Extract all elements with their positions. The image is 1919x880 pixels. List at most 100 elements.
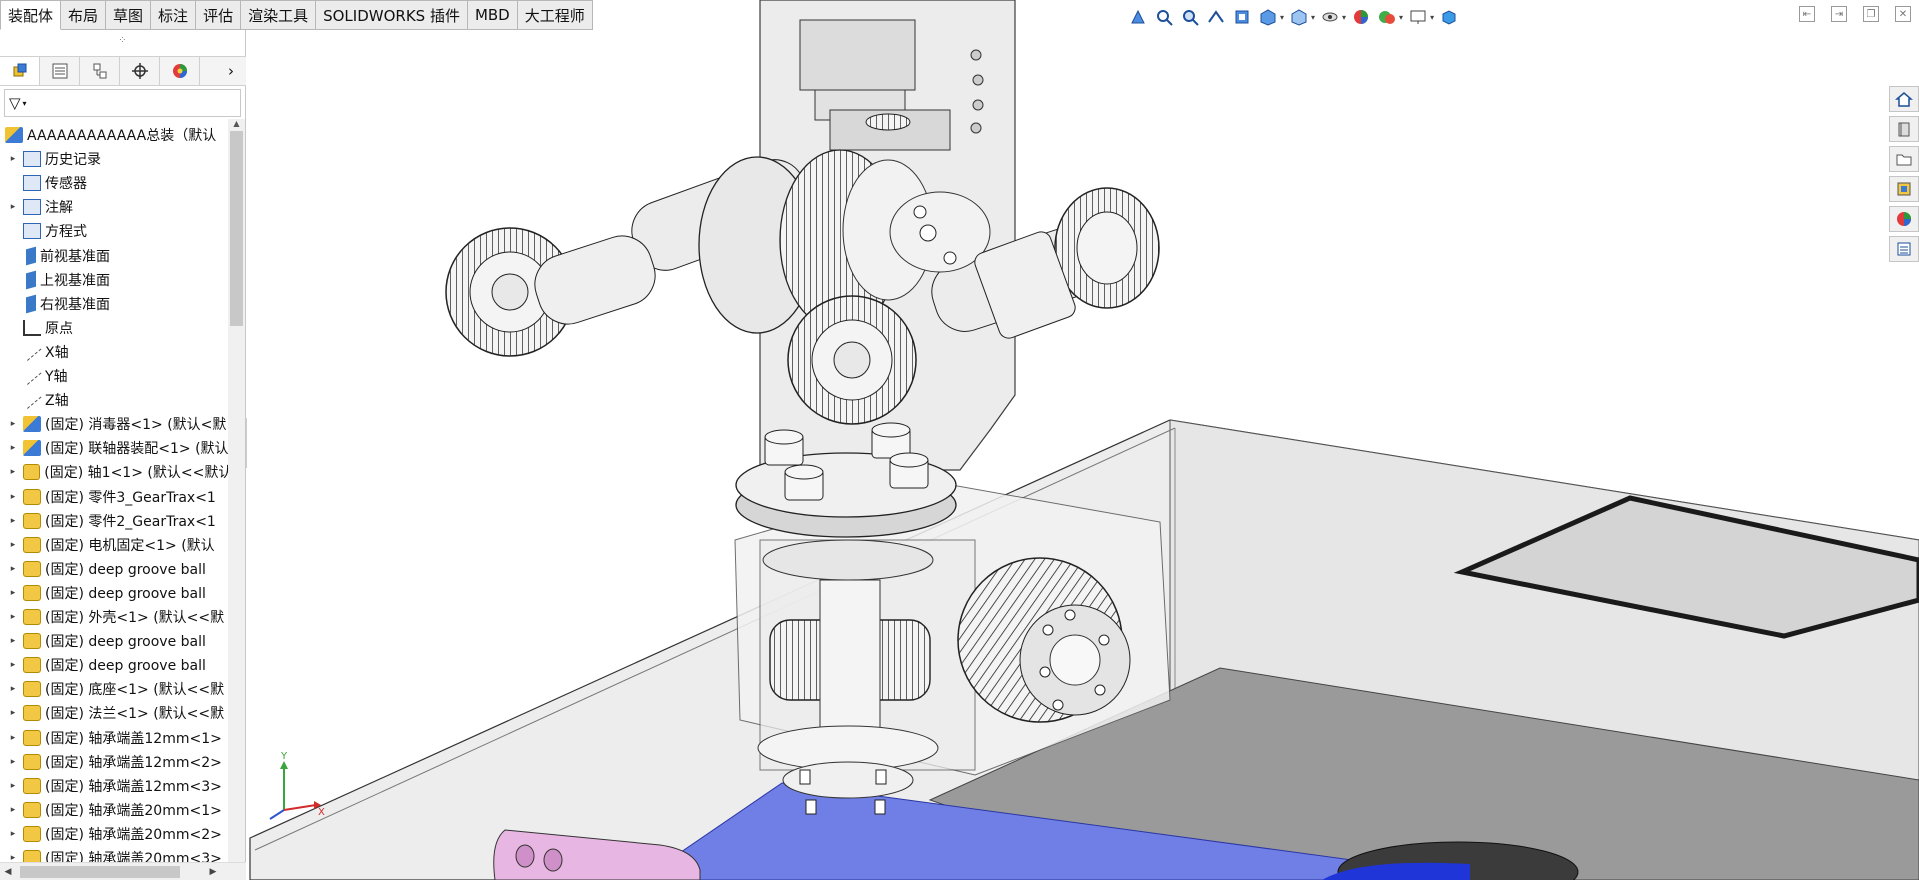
- tab-5[interactable]: 渲染工具: [241, 0, 317, 30]
- tree-item[interactable]: Y轴: [0, 364, 228, 388]
- restore-left-icon[interactable]: ⇤: [1799, 6, 1815, 22]
- tree-vertical-scrollbar[interactable]: ▲ ▼: [228, 119, 245, 879]
- expand-arrow-icon[interactable]: ▸: [6, 636, 20, 646]
- tree-horizontal-scrollbar[interactable]: ◀ ▶: [0, 862, 246, 880]
- chevron-down-icon[interactable]: ▾: [1342, 13, 1346, 22]
- previous-view-icon[interactable]: [1179, 6, 1201, 28]
- tree-item[interactable]: ▸ (固定) 轴承端盖20mm<1>: [0, 798, 228, 822]
- panel-grip[interactable]: ⁘: [0, 30, 245, 52]
- expand-arrow-icon[interactable]: ▸: [6, 467, 20, 477]
- expand-arrow-icon[interactable]: ▸: [6, 660, 20, 670]
- configuration-manager-tab[interactable]: [80, 57, 120, 85]
- apply-scene-icon[interactable]: [1376, 6, 1398, 28]
- tree-item[interactable]: ▸ (固定) 轴1<1> (默认<<默认: [0, 460, 228, 484]
- tree-item[interactable]: ▸ (固定) 底座<1> (默认<<默: [0, 677, 228, 701]
- tree-item[interactable]: ▸ (固定) 法兰<1> (默认<<默: [0, 701, 228, 725]
- hide-show-icon[interactable]: [1319, 6, 1341, 28]
- scroll-thumb[interactable]: [230, 131, 243, 326]
- expand-arrow-icon[interactable]: ▸: [6, 202, 20, 212]
- tree-item[interactable]: ▸ (固定) 零件3_GearTrax<1: [0, 485, 228, 509]
- tab-7[interactable]: MBD: [467, 0, 518, 30]
- close-window-icon[interactable]: ✕: [1895, 6, 1911, 22]
- expand-arrow-icon[interactable]: ▸: [6, 443, 20, 453]
- tree-item[interactable]: 上视基准面: [0, 268, 228, 292]
- tab-3[interactable]: 标注: [151, 0, 197, 30]
- dynamic-annotation-icon[interactable]: [1231, 6, 1253, 28]
- zoom-to-fit-icon[interactable]: [1127, 6, 1149, 28]
- display-manager-tab[interactable]: [160, 57, 200, 85]
- tree-item[interactable]: ▸ (固定) 电机固定<1> (默认: [0, 533, 228, 557]
- expand-arrow-icon[interactable]: ▸: [6, 154, 20, 164]
- zoom-area-icon[interactable]: [1153, 6, 1175, 28]
- tab-8[interactable]: 大工程师: [517, 0, 593, 30]
- expand-arrow-icon[interactable]: ▸: [6, 757, 20, 767]
- expand-arrow-icon[interactable]: ▸: [6, 805, 20, 815]
- expand-arrow-icon[interactable]: ▸: [6, 564, 20, 574]
- chevron-down-icon[interactable]: ▾: [1399, 13, 1403, 22]
- section-view-icon[interactable]: [1205, 6, 1227, 28]
- view-orientation-icon[interactable]: [1257, 6, 1279, 28]
- tree-item[interactable]: 方程式: [0, 219, 228, 243]
- view-settings-icon[interactable]: [1407, 6, 1429, 28]
- expand-arrow-icon[interactable]: ▸: [6, 588, 20, 598]
- tree-item[interactable]: ▸ (固定) 轴承端盖12mm<3>: [0, 774, 228, 798]
- chevron-down-icon[interactable]: ▾: [1280, 13, 1284, 22]
- tree-item[interactable]: ▸ (固定) deep groove ball: [0, 557, 228, 581]
- tab-2[interactable]: 草图: [106, 0, 152, 30]
- file-explorer-icon[interactable]: [1889, 146, 1919, 172]
- expand-arrow-icon[interactable]: ▸: [6, 540, 20, 550]
- expand-arrow-icon[interactable]: ▸: [6, 781, 20, 791]
- expand-arrow-icon[interactable]: ▸: [6, 708, 20, 718]
- custom-properties-icon[interactable]: [1889, 236, 1919, 262]
- tree-item[interactable]: 右视基准面: [0, 292, 228, 316]
- tree-item[interactable]: ▸ (固定) 轴承端盖12mm<2>: [0, 750, 228, 774]
- expand-arrow-icon[interactable]: ▸: [6, 419, 20, 429]
- tree-item[interactable]: ▸ 历史记录: [0, 147, 228, 171]
- edit-appearance-icon[interactable]: [1350, 6, 1372, 28]
- tab-4[interactable]: 评估: [196, 0, 242, 30]
- scroll-right-icon[interactable]: ▶: [205, 863, 221, 880]
- tree-item[interactable]: 传感器: [0, 171, 228, 195]
- home-icon[interactable]: [1889, 86, 1919, 112]
- tab-6[interactable]: SOLIDWORKS 插件: [316, 0, 468, 30]
- tree-root[interactable]: AAAAAAAAAAAA总装（默认: [0, 123, 228, 147]
- graphics-area[interactable]: ▾ ▾ ▾ ▾ ▾ ⇤ ⇥ ❐ ✕ Y X: [247, 0, 1919, 880]
- tree-item[interactable]: ▸ (固定) deep groove ball: [0, 653, 228, 677]
- tree-item[interactable]: ▸ (固定) 消毒器<1> (默认<默: [0, 412, 228, 436]
- view-palette-icon[interactable]: [1889, 176, 1919, 202]
- chevron-down-icon[interactable]: ▾: [1311, 13, 1315, 22]
- expand-arrow-icon[interactable]: ▸: [6, 516, 20, 526]
- tree-item[interactable]: X轴: [0, 340, 228, 364]
- restore-window-icon[interactable]: ❐: [1863, 6, 1879, 22]
- h-scroll-thumb[interactable]: [20, 866, 180, 878]
- tab-0[interactable]: 装配体: [0, 0, 62, 30]
- expand-arrow-icon[interactable]: ▸: [6, 733, 20, 743]
- 3d-view-icon[interactable]: [1438, 6, 1460, 28]
- tree-item[interactable]: ▸ (固定) 联轴器装配<1> (默认: [0, 436, 228, 460]
- tree-item[interactable]: 前视基准面: [0, 244, 228, 268]
- tree-item[interactable]: ▸ (固定) 外壳<1> (默认<<默: [0, 605, 228, 629]
- expand-arrow-icon[interactable]: ▸: [6, 492, 20, 502]
- dimxpert-tab[interactable]: [120, 57, 160, 85]
- tree-item[interactable]: Z轴: [0, 388, 228, 412]
- scroll-up-icon[interactable]: ▲: [228, 119, 245, 131]
- tree-item[interactable]: 原点: [0, 316, 228, 340]
- tree-item[interactable]: ▸ (固定) deep groove ball: [0, 629, 228, 653]
- appearances-icon[interactable]: [1889, 206, 1919, 232]
- tree-item[interactable]: ▸ (固定) 轴承端盖12mm<1>: [0, 726, 228, 750]
- panel-more-button[interactable]: ›: [216, 57, 246, 85]
- expand-arrow-icon[interactable]: ▸: [6, 829, 20, 839]
- expand-arrow-icon[interactable]: ▸: [6, 612, 20, 622]
- display-style-icon[interactable]: [1288, 6, 1310, 28]
- tree-item[interactable]: ▸ (固定) 零件2_GearTrax<1: [0, 509, 228, 533]
- tree-item[interactable]: ▸ (固定) 轴承端盖20mm<2>: [0, 822, 228, 846]
- expand-arrow-icon[interactable]: ▸: [6, 684, 20, 694]
- property-manager-tab[interactable]: [40, 57, 80, 85]
- tree-filter[interactable]: ▽ ▾: [4, 89, 241, 117]
- feature-manager-tab[interactable]: [0, 57, 40, 85]
- tree-item[interactable]: ▸ (固定) deep groove ball: [0, 581, 228, 605]
- restore-right-icon[interactable]: ⇥: [1831, 6, 1847, 22]
- tree-item[interactable]: ▸ 注解: [0, 195, 228, 219]
- tab-1[interactable]: 布局: [61, 0, 107, 30]
- chevron-down-icon[interactable]: ▾: [1430, 13, 1434, 22]
